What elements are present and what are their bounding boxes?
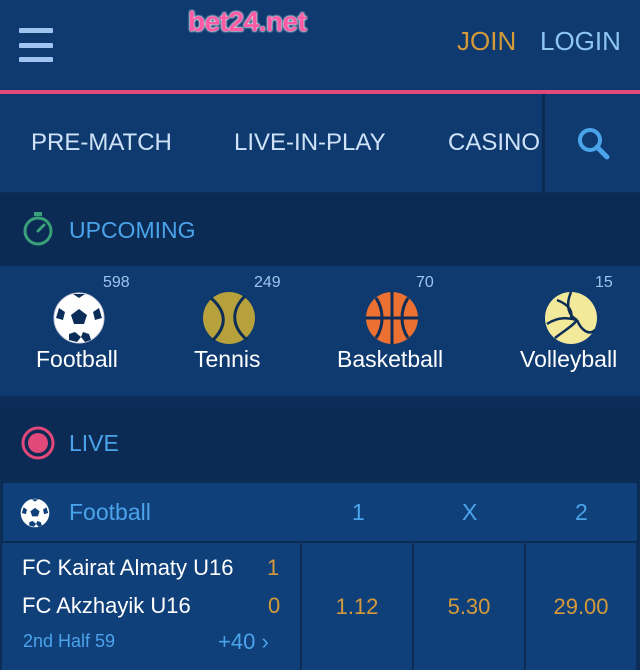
column-draw: X — [462, 499, 478, 525]
upcoming-sports-row: 598 Football 249 Tennis 70 Basketball 15… — [0, 266, 640, 396]
column-away: 2 — [575, 499, 588, 525]
volleyball-icon — [545, 291, 597, 344]
home-team: FC Kairat Almaty U16 — [22, 555, 234, 580]
live-header: LIVE — [0, 407, 640, 479]
tab-live-in-play[interactable]: LIVE-IN-PLAY — [234, 129, 386, 157]
basketball-icon — [366, 292, 418, 344]
home-score: 1 — [267, 555, 280, 580]
tab-casino[interactable]: CASINO — [448, 129, 540, 157]
football-icon — [20, 498, 50, 528]
odd-away-button[interactable]: 29.00 — [526, 543, 636, 670]
live-title: LIVE — [69, 430, 119, 456]
sport-count: 598 — [103, 274, 130, 291]
sport-name: Football — [36, 346, 118, 372]
odd-draw-button[interactable]: 5.30 — [414, 543, 524, 670]
app-header: bet24.net JOIN LOGIN — [0, 0, 640, 90]
tab-pre-match[interactable]: PRE-MATCH — [31, 129, 172, 157]
sport-name: Tennis — [194, 346, 261, 372]
sport-name: Basketball — [337, 346, 444, 372]
odd-home-button[interactable]: 1.12 — [302, 543, 412, 670]
away-team: FC Akzhayik U16 — [22, 593, 191, 618]
stopwatch-icon — [23, 212, 53, 246]
sport-tennis[interactable]: 249 Tennis — [160, 266, 310, 396]
search-button[interactable] — [545, 94, 640, 192]
column-home: 1 — [352, 499, 365, 525]
match-row[interactable]: FC Kairat Almaty U16 1 FC Akzhayik U16 0… — [2, 543, 300, 670]
login-button[interactable]: LOGIN — [540, 26, 621, 57]
chevron-right-icon: › — [261, 629, 269, 654]
site-logo[interactable]: bet24.net — [188, 6, 307, 38]
sport-name: Volleyball — [520, 346, 618, 372]
more-markets-link[interactable]: +40 › — [218, 629, 269, 655]
join-button[interactable]: JOIN — [457, 26, 516, 57]
away-score: 0 — [268, 593, 281, 618]
live-sport-name: Football — [69, 499, 151, 525]
search-icon — [577, 128, 609, 160]
sport-count: 249 — [254, 274, 281, 291]
football-icon — [53, 292, 105, 344]
live-sport-header: Football 1 X 2 — [2, 482, 638, 542]
more-markets-count: +40 — [218, 629, 256, 654]
sport-football[interactable]: 598 Football — [0, 266, 160, 396]
sport-basketball[interactable]: 70 Basketball — [320, 266, 470, 396]
main-nav: PRE-MATCH LIVE-IN-PLAY CASINO — [0, 94, 640, 192]
tennis-ball-icon — [203, 292, 255, 344]
sport-volleyball[interactable]: 15 Volleyball — [480, 266, 640, 396]
match-period: 2nd Half 59 — [23, 631, 116, 651]
upcoming-title: UPCOMING — [69, 217, 196, 243]
hamburger-menu-icon[interactable] — [19, 28, 53, 62]
live-dot-icon — [21, 426, 55, 460]
upcoming-header: UPCOMING — [0, 194, 640, 266]
